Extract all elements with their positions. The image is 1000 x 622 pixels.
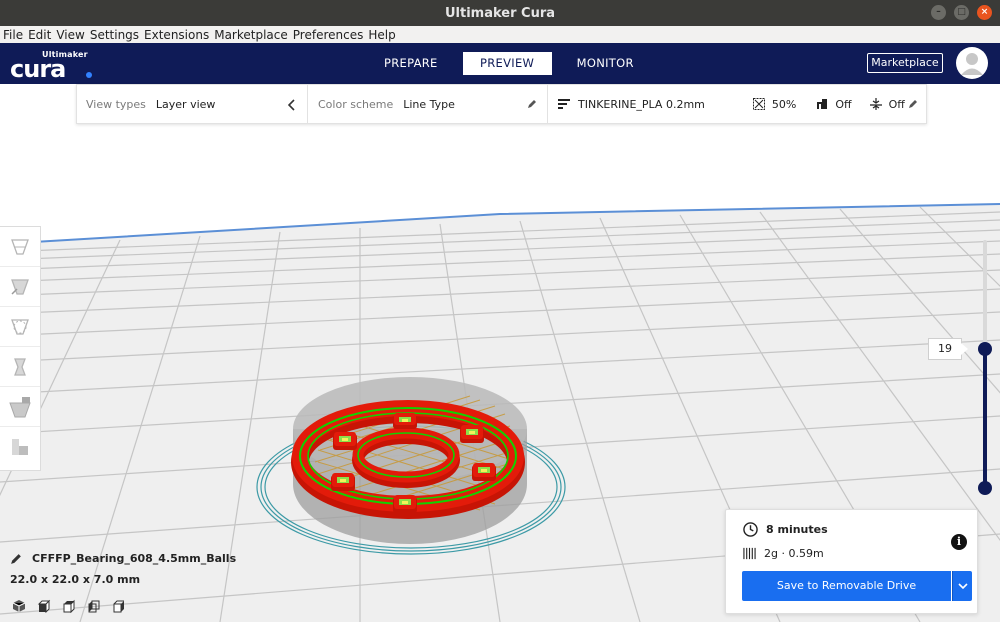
color-scheme-selector[interactable]: Color scheme Line Type xyxy=(308,85,548,123)
print-time-row: 8 minutes xyxy=(743,522,828,537)
view-settings-panel: View types Layer view Color scheme Line … xyxy=(76,84,927,124)
tab-preview[interactable]: PREVIEW xyxy=(462,52,552,75)
layer-slider-bottom-handle[interactable] xyxy=(978,481,992,495)
close-icon[interactable]: × xyxy=(977,5,992,20)
menu-bar: File Edit View Settings Extensions Marke… xyxy=(0,26,1000,43)
marketplace-button[interactable]: Marketplace xyxy=(867,53,943,73)
window-controls: – □ × xyxy=(931,5,992,20)
view-front-icon[interactable] xyxy=(37,599,51,613)
print-settings-selector[interactable]: TINKERINE_PLA 0.2mm 50% Off Off xyxy=(548,85,926,123)
logo-dot xyxy=(86,72,92,78)
app-header: Ultimaker cura PREPARE PREVIEW MONITOR M… xyxy=(0,43,1000,84)
color-scheme-label: Color scheme xyxy=(318,97,394,111)
tab-monitor[interactable]: MONITOR xyxy=(554,52,657,75)
layer-slider-range xyxy=(983,348,987,488)
pencil-icon[interactable] xyxy=(526,98,538,110)
info-icon[interactable]: i xyxy=(951,534,967,550)
per-model-settings-icon[interactable] xyxy=(0,387,40,427)
material-usage-row: 2g · 0.59m xyxy=(743,547,824,560)
object-name: CFFFP_Bearing_608_4.5mm_Balls xyxy=(32,552,237,565)
filament-icon xyxy=(743,547,756,560)
logo-product: cura xyxy=(10,55,66,83)
menu-extensions[interactable]: Extensions xyxy=(144,28,209,42)
view-types-value: Layer view xyxy=(155,97,216,111)
color-scheme-value: Line Type xyxy=(403,97,455,111)
view-types-selector[interactable]: View types Layer view xyxy=(77,85,308,123)
print-time: 8 minutes xyxy=(766,523,828,536)
adhesion-icon xyxy=(869,98,882,110)
view-left-icon[interactable] xyxy=(87,599,101,613)
minimize-icon[interactable]: – xyxy=(931,5,946,20)
pencil-icon[interactable] xyxy=(10,552,23,565)
pencil-icon[interactable] xyxy=(907,98,919,110)
move-tool-icon[interactable] xyxy=(0,227,40,267)
print-summary-panel: 8 minutes 2g · 0.59m i Save to Removable… xyxy=(725,509,978,614)
current-layer-field[interactable]: 19 xyxy=(928,338,968,360)
chevron-left-icon[interactable] xyxy=(288,99,296,111)
menu-help[interactable]: Help xyxy=(368,28,395,42)
account-avatar-icon[interactable] xyxy=(956,47,988,79)
menu-file[interactable]: File xyxy=(3,28,23,42)
menu-settings[interactable]: Settings xyxy=(90,28,139,42)
material-usage: 2g · 0.59m xyxy=(764,547,824,560)
object-dimensions: 22.0 x 22.0 x 7.0 mm xyxy=(10,573,141,586)
support-icon xyxy=(817,99,828,109)
mirror-tool-icon[interactable] xyxy=(0,347,40,387)
window-titlebar: Ultimaker Cura – □ × xyxy=(0,0,1000,26)
tool-sidebar xyxy=(0,226,41,471)
view-right-icon[interactable] xyxy=(112,599,126,613)
output-device-dropdown[interactable] xyxy=(952,571,972,601)
support-blocker-icon[interactable] xyxy=(0,427,40,467)
camera-view-buttons xyxy=(12,599,126,613)
maximize-icon[interactable]: □ xyxy=(954,5,969,20)
menu-view[interactable]: View xyxy=(56,28,84,42)
clock-icon xyxy=(743,522,758,537)
rotate-tool-icon[interactable] xyxy=(0,307,40,347)
support-value: Off xyxy=(835,97,852,111)
menu-marketplace[interactable]: Marketplace xyxy=(214,28,288,42)
tab-prepare[interactable]: PREPARE xyxy=(361,52,461,75)
profile-icon xyxy=(558,98,570,109)
menu-preferences[interactable]: Preferences xyxy=(293,28,364,42)
profile-name: TINKERINE_PLA 0.2mm xyxy=(578,97,705,111)
view-top-icon[interactable] xyxy=(62,599,76,613)
view-3d-icon[interactable] xyxy=(12,599,26,613)
adhesion-value: Off xyxy=(888,97,905,111)
layer-slider-top-handle[interactable] xyxy=(978,342,992,356)
stage-tabs: PREPARE PREVIEW MONITOR xyxy=(361,52,657,75)
object-info: CFFFP_Bearing_608_4.5mm_Balls 22.0 x 22.… xyxy=(10,552,236,586)
menu-edit[interactable]: Edit xyxy=(28,28,51,42)
infill-icon xyxy=(752,98,765,110)
scale-tool-icon[interactable] xyxy=(0,267,40,307)
chevron-down-icon xyxy=(957,582,968,589)
infill-value: 50% xyxy=(771,97,797,111)
view-types-label: View types xyxy=(86,97,146,111)
save-to-removable-drive-button[interactable]: Save to Removable Drive xyxy=(742,571,951,601)
window-title: Ultimaker Cura xyxy=(444,5,556,21)
